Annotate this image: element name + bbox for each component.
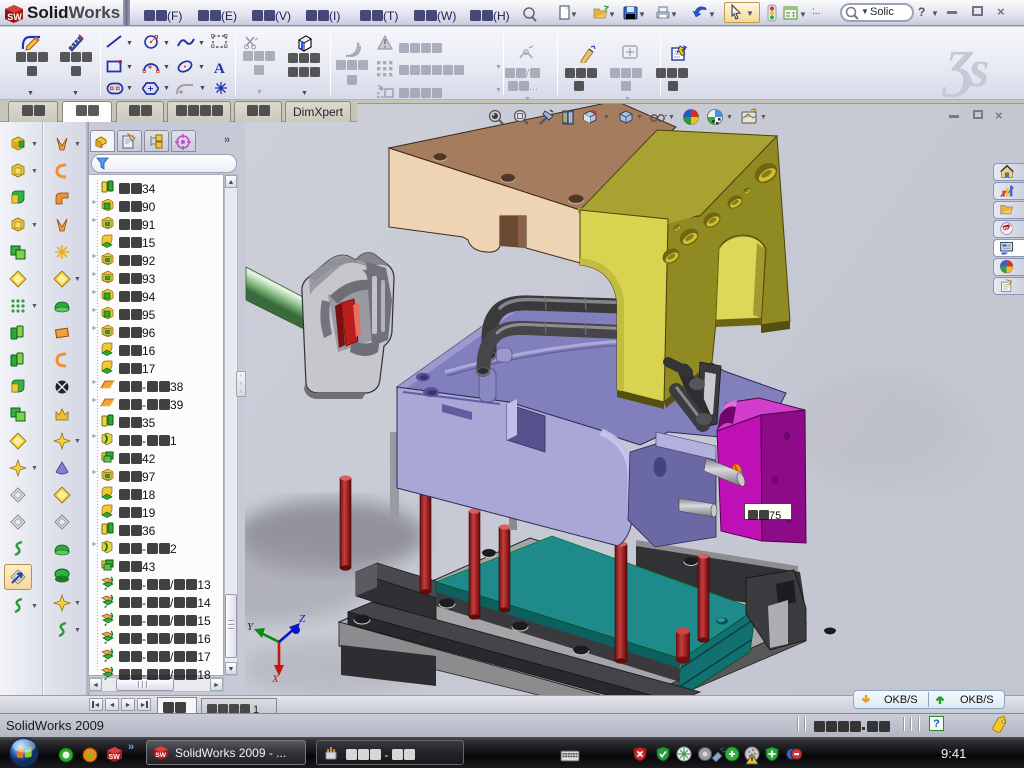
- svg-text:Z: Z: [299, 613, 306, 625]
- svg-text:SW: SW: [1003, 227, 1013, 233]
- svg-text:SW: SW: [155, 752, 166, 759]
- svg-text:SW: SW: [7, 12, 22, 22]
- svg-text:X: X: [271, 673, 280, 685]
- svg-text:SW: SW: [109, 754, 121, 761]
